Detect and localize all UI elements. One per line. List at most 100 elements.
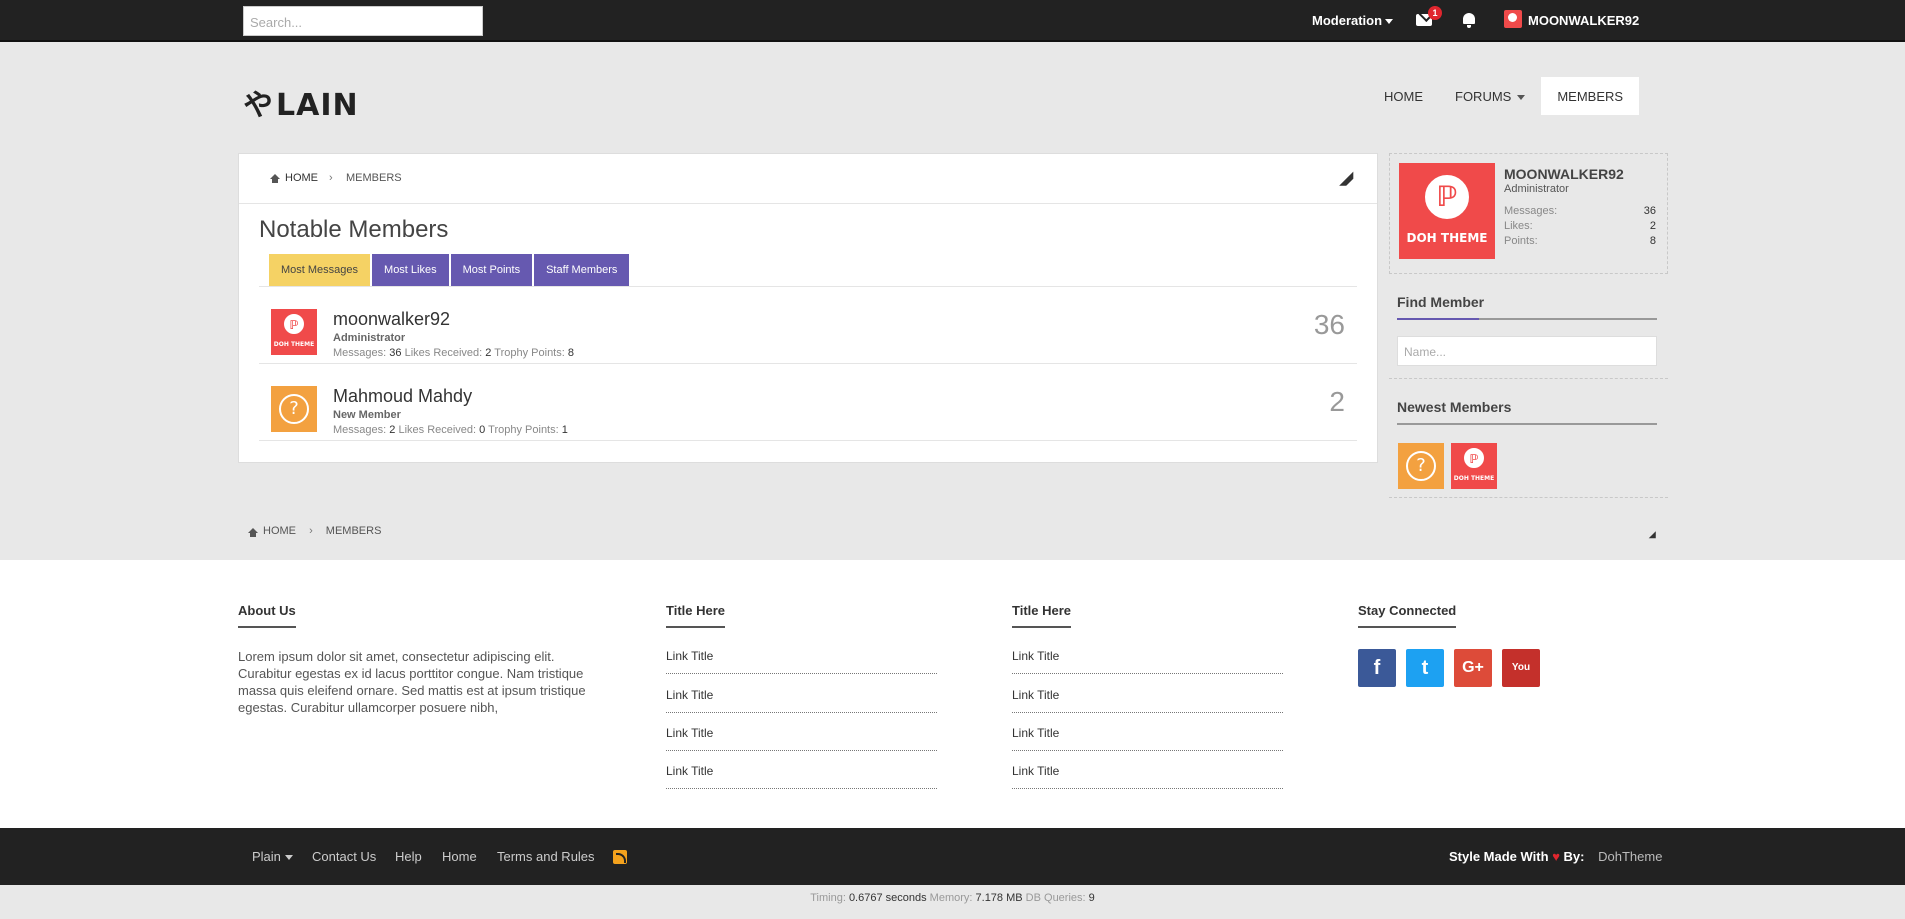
- divider: [1389, 378, 1668, 379]
- facebook-icon[interactable]: f: [1358, 649, 1396, 687]
- footer-heading: Title Here: [666, 603, 726, 628]
- account-username[interactable]: MOONWALKER92: [1528, 13, 1639, 28]
- footer-link[interactable]: Link Title: [1012, 726, 1283, 751]
- chevron-down-icon: [1385, 19, 1394, 25]
- question-mark-icon: ?: [279, 394, 309, 424]
- footer-heading: Stay Connected: [1358, 603, 1457, 628]
- location-arrow-icon[interactable]: [1337, 174, 1349, 186]
- user-avatar-small[interactable]: [1504, 10, 1522, 28]
- tab-most-messages[interactable]: Most Messages: [269, 254, 371, 286]
- twitter-icon[interactable]: t: [1406, 649, 1444, 687]
- stat-value: 36: [1643, 205, 1656, 217]
- footer-links-col: Title Here Link Title Link Title Link Ti…: [666, 602, 937, 789]
- profile-stat-row: Likes: 2: [1504, 220, 1656, 232]
- profile-role: Administrator: [1504, 183, 1569, 195]
- debug-info: Timing: 0.6767 seconds Memory: 7.178 MB …: [0, 885, 1905, 919]
- footer-link[interactable]: Link Title: [1012, 688, 1283, 713]
- stat-value: 2: [485, 347, 492, 359]
- stat-value: 8: [567, 347, 574, 359]
- inbox-badge: 1: [1428, 6, 1442, 20]
- doh-logo-icon: [1464, 448, 1484, 468]
- profile-avatar[interactable]: DOH THEME: [1399, 163, 1495, 259]
- search-input[interactable]: Search...: [243, 6, 483, 36]
- stat-value: 36: [389, 347, 402, 359]
- avatar-brand-text: DOH THEME: [273, 341, 315, 348]
- footer-link[interactable]: Link Title: [1012, 649, 1283, 674]
- divider: [1389, 497, 1668, 498]
- member-title: Administrator: [333, 332, 406, 344]
- site-logo[interactable]: やLAIN: [241, 80, 359, 125]
- footer-link[interactable]: Link Title: [666, 764, 937, 789]
- chevron-down-icon: [284, 855, 293, 861]
- profile-box: DOH THEME MOONWALKER92 Administrator Mes…: [1389, 153, 1668, 274]
- newest-member-avatar[interactable]: ?: [1398, 443, 1444, 489]
- member-name[interactable]: Mahmoud Mahdy: [333, 386, 472, 407]
- find-member-input[interactable]: Name...: [1397, 336, 1657, 366]
- newest-member-avatar[interactable]: DOH THEME: [1451, 443, 1497, 489]
- list-item: ? Mahmoud Mahdy New Member Messages: 2 L…: [259, 364, 1357, 441]
- footer-nav-help[interactable]: Help: [395, 849, 422, 864]
- member-stats: Messages: 36 Likes Received: 2 Trophy Po…: [333, 347, 574, 359]
- stat-value: 8: [1649, 235, 1656, 247]
- debug-label: Timing:: [810, 892, 846, 904]
- style-chooser[interactable]: Plain: [252, 849, 293, 864]
- tab-most-likes[interactable]: Most Likes: [372, 254, 449, 286]
- nav-forums-label: FORUMS: [1455, 89, 1512, 104]
- stat-label: Points:: [1504, 235, 1538, 247]
- debug-label: DB Queries:: [1025, 892, 1086, 904]
- footer-nav-terms[interactable]: Terms and Rules: [497, 849, 595, 864]
- main-nav: HOME FORUMS MEMBERS: [1368, 77, 1640, 115]
- nav-members-label: MEMBERS: [1557, 89, 1624, 104]
- find-member-heading: Find Member: [1397, 294, 1657, 320]
- question-mark-icon: ?: [1406, 451, 1436, 481]
- profile-name[interactable]: MOONWALKER92: [1504, 166, 1624, 182]
- breadcrumb-members[interactable]: MEMBERS: [326, 525, 382, 537]
- footer-social: Stay Connected: [1358, 602, 1558, 628]
- footer-link[interactable]: Link Title: [1012, 764, 1283, 789]
- stat-value: 1: [561, 424, 568, 436]
- home-icon: [270, 174, 280, 183]
- stat-label: Messages:: [333, 347, 387, 359]
- member-avatar[interactable]: ?: [271, 386, 317, 432]
- doh-logo-icon: [284, 314, 304, 334]
- nav-forums[interactable]: FORUMS: [1439, 77, 1541, 115]
- footer-about: About Us Lorem ipsum dolor sit amet, con…: [238, 602, 595, 716]
- member-name[interactable]: moonwalker92: [333, 309, 450, 330]
- footer-heading: Title Here: [1012, 603, 1072, 628]
- member-title: New Member: [333, 409, 401, 421]
- tab-most-points[interactable]: Most Points: [450, 254, 533, 286]
- debug-value: 0.6767 seconds: [848, 892, 927, 904]
- footer-links-col: Title Here Link Title Link Title Link Ti…: [1012, 602, 1283, 789]
- nav-members[interactable]: MEMBERS: [1541, 77, 1640, 115]
- nav-home-label: HOME: [1384, 89, 1423, 104]
- breadcrumb-home[interactable]: HOME: [263, 525, 296, 537]
- member-stats: Messages: 2 Likes Received: 0 Trophy Poi…: [333, 424, 568, 436]
- chevron-down-icon: [1517, 95, 1526, 101]
- stat-label: Likes Received:: [404, 347, 483, 359]
- newest-members-heading: Newest Members: [1397, 399, 1657, 425]
- page-title: Notable Members: [259, 216, 449, 243]
- google-plus-icon[interactable]: G+: [1454, 649, 1492, 687]
- moderation-menu[interactable]: Moderation: [1312, 13, 1394, 28]
- footer-link[interactable]: Link Title: [666, 688, 937, 713]
- breadcrumb-members[interactable]: MEMBERS: [346, 172, 402, 184]
- footer-link[interactable]: Link Title: [666, 649, 937, 674]
- member-avatar[interactable]: DOH THEME: [271, 309, 317, 355]
- logo-glyph: や: [241, 85, 277, 125]
- tab-staff-members[interactable]: Staff Members: [534, 254, 630, 286]
- author-link[interactable]: DohTheme: [1598, 849, 1662, 864]
- footer-nav-contact[interactable]: Contact Us: [312, 849, 376, 864]
- footer-nav-home[interactable]: Home: [442, 849, 477, 864]
- location-arrow-icon[interactable]: [1648, 530, 1660, 542]
- nav-home[interactable]: HOME: [1368, 77, 1439, 115]
- heart-icon: ♥: [1552, 849, 1560, 864]
- rss-icon[interactable]: [613, 850, 627, 864]
- footer-link[interactable]: Link Title: [666, 726, 937, 751]
- bell-icon[interactable]: [1462, 12, 1476, 28]
- breadcrumb-home[interactable]: HOME: [285, 172, 318, 184]
- footer-heading: About Us: [238, 603, 296, 628]
- youtube-icon[interactable]: You: [1502, 649, 1540, 687]
- style-credit: Style Made With ♥ By: DohTheme: [1449, 849, 1662, 864]
- stat-label: Messages:: [1504, 205, 1558, 217]
- debug-value: 9: [1088, 892, 1095, 904]
